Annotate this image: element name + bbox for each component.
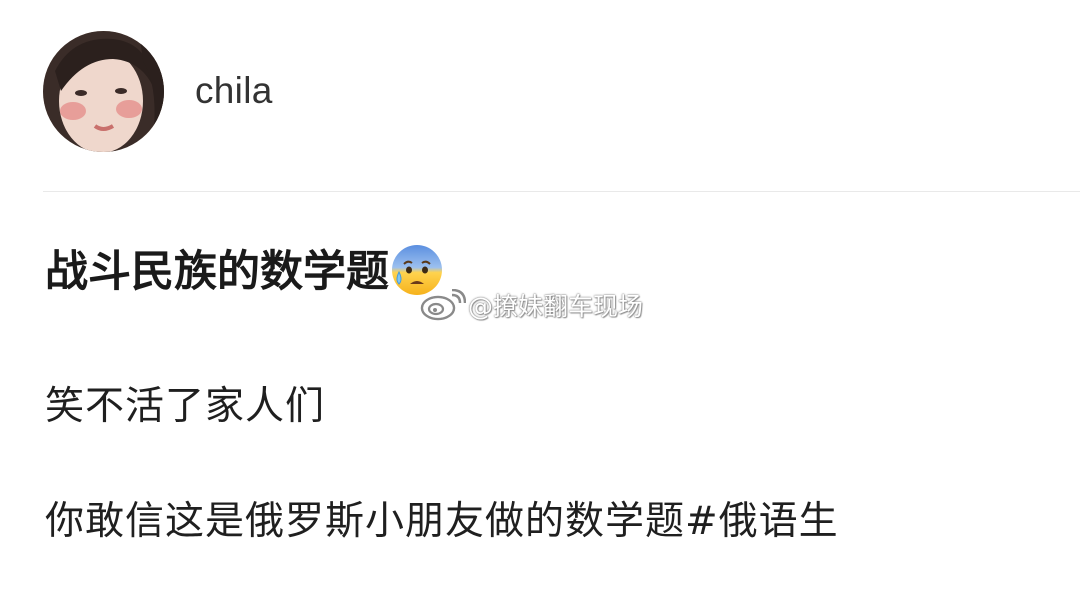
watermark: @撩妹翻车现场	[420, 287, 643, 323]
divider	[43, 191, 1080, 192]
weibo-logo-icon	[420, 289, 466, 321]
username[interactable]: chila	[195, 70, 273, 112]
post-title: 战斗民族的数学题	[45, 244, 445, 300]
watermark-text: @撩妹翻车现场	[468, 292, 644, 321]
post-header: chila	[43, 30, 273, 152]
avatar-image	[43, 30, 164, 152]
post-body-line-1: 笑不活了家人们	[45, 384, 326, 429]
post-title-text: 战斗民族的数学题	[45, 246, 389, 297]
avatar[interactable]	[43, 30, 164, 152]
post-body-line-2: 你敢信这是俄罗斯小朋友做的数学题#俄语生	[45, 499, 839, 544]
